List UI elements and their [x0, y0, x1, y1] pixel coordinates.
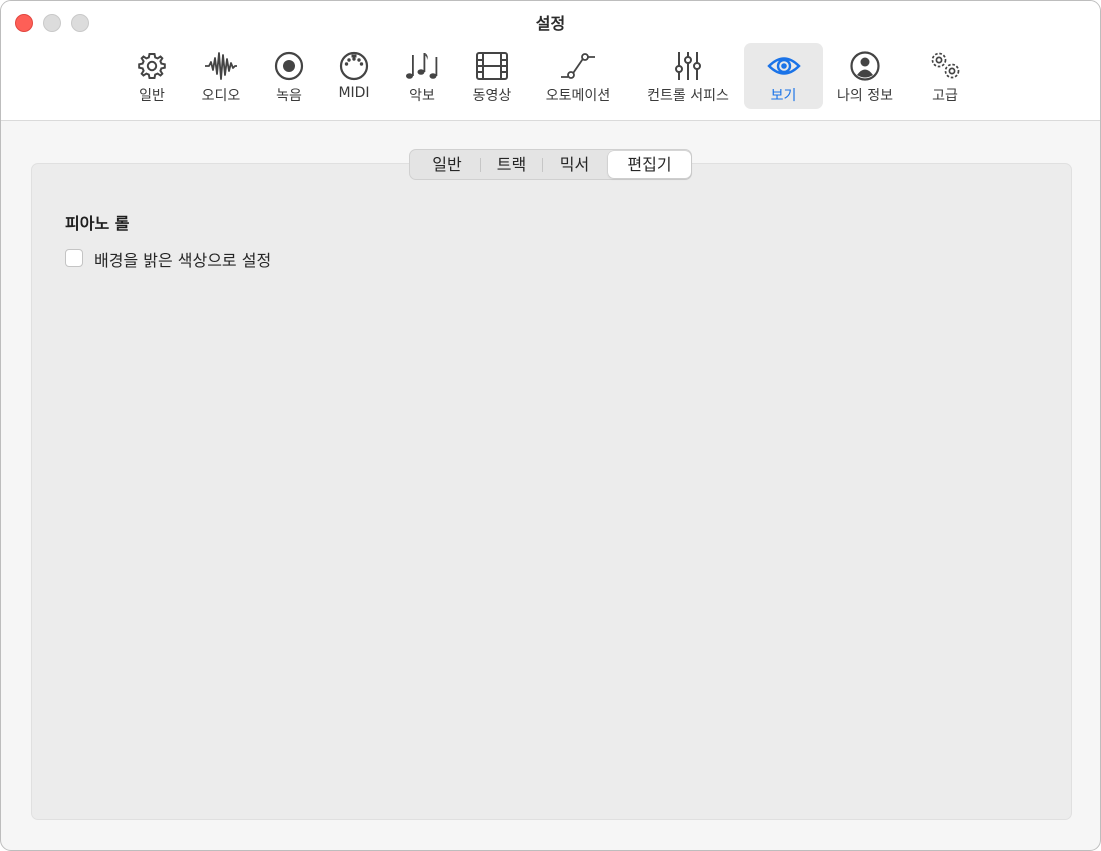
toolbar-item-label: 오토메이션 [545, 88, 611, 104]
toolbar-item-advanced[interactable]: 고급 [916, 43, 974, 109]
toolbar-item-movie[interactable]: 동영상 [461, 43, 523, 109]
toolbar-item-score[interactable]: 악보 [393, 43, 451, 109]
tab-general[interactable]: 일반 [414, 151, 480, 178]
section-title-piano-roll: 피아노 롤 [65, 214, 130, 233]
waveform-icon [205, 52, 237, 80]
settings-window: 설정 일반 오디오 녹음 MIDI 악보 동영상 오토메이션 컨트롤 서피스 보… [0, 0, 1101, 851]
toolbar-item-label: 보기 [770, 88, 797, 104]
music-notes-icon [406, 53, 438, 79]
record-icon [274, 51, 304, 81]
toolbar-item-audio[interactable]: 오디오 [191, 43, 251, 109]
tab-segmented-control: 일반 트랙 믹서 편집기 [409, 149, 692, 180]
light-background-checkbox-label[interactable]: 배경을 밝은 색상으로 설정 [94, 247, 271, 271]
tab-tracks[interactable]: 트랙 [481, 151, 542, 178]
toolbar-item-automation[interactable]: 오토메이션 [538, 43, 618, 109]
light-background-checkbox[interactable] [65, 249, 83, 267]
faders-icon [675, 52, 701, 80]
gears-icon [931, 52, 960, 79]
toolbar-item-label: 나의 정보 [837, 88, 893, 104]
automation-curve-icon [561, 53, 595, 79]
midi-connector-icon [339, 51, 369, 81]
toolbar-item-midi[interactable]: MIDI [325, 43, 383, 109]
toolbar-item-label: 고급 [932, 88, 958, 104]
toolbar-item-label: 컨트롤 서피스 [647, 88, 729, 104]
toolbar-item-my-info[interactable]: 나의 정보 [830, 43, 900, 109]
tab-mixer[interactable]: 믹서 [543, 151, 606, 178]
titlebar: 설정 일반 오디오 녹음 MIDI 악보 동영상 오토메이션 컨트롤 서피스 보… [1, 1, 1100, 121]
tab-editors[interactable]: 편집기 [608, 151, 691, 178]
toolbar-item-control-surfaces[interactable]: 컨트롤 서피스 [638, 43, 738, 109]
toolbar-item-record[interactable]: 녹음 [260, 43, 318, 109]
toolbar-item-label: MIDI [338, 85, 370, 101]
window-title: 설정 [535, 14, 566, 33]
toolbar-item-label: 악보 [409, 88, 435, 104]
toolbar-item-general[interactable]: 일반 [122, 43, 182, 109]
toolbar-item-label: 오디오 [201, 88, 241, 104]
gear-icon [138, 53, 166, 79]
eye-icon [766, 57, 801, 75]
toolbar-item-label: 동영상 [472, 88, 512, 104]
toolbar-item-label: 녹음 [276, 88, 302, 104]
film-icon [476, 52, 508, 80]
toolbar-item-view[interactable]: 보기 [744, 43, 823, 109]
toolbar-item-label: 일반 [139, 88, 165, 104]
person-icon [850, 51, 880, 81]
